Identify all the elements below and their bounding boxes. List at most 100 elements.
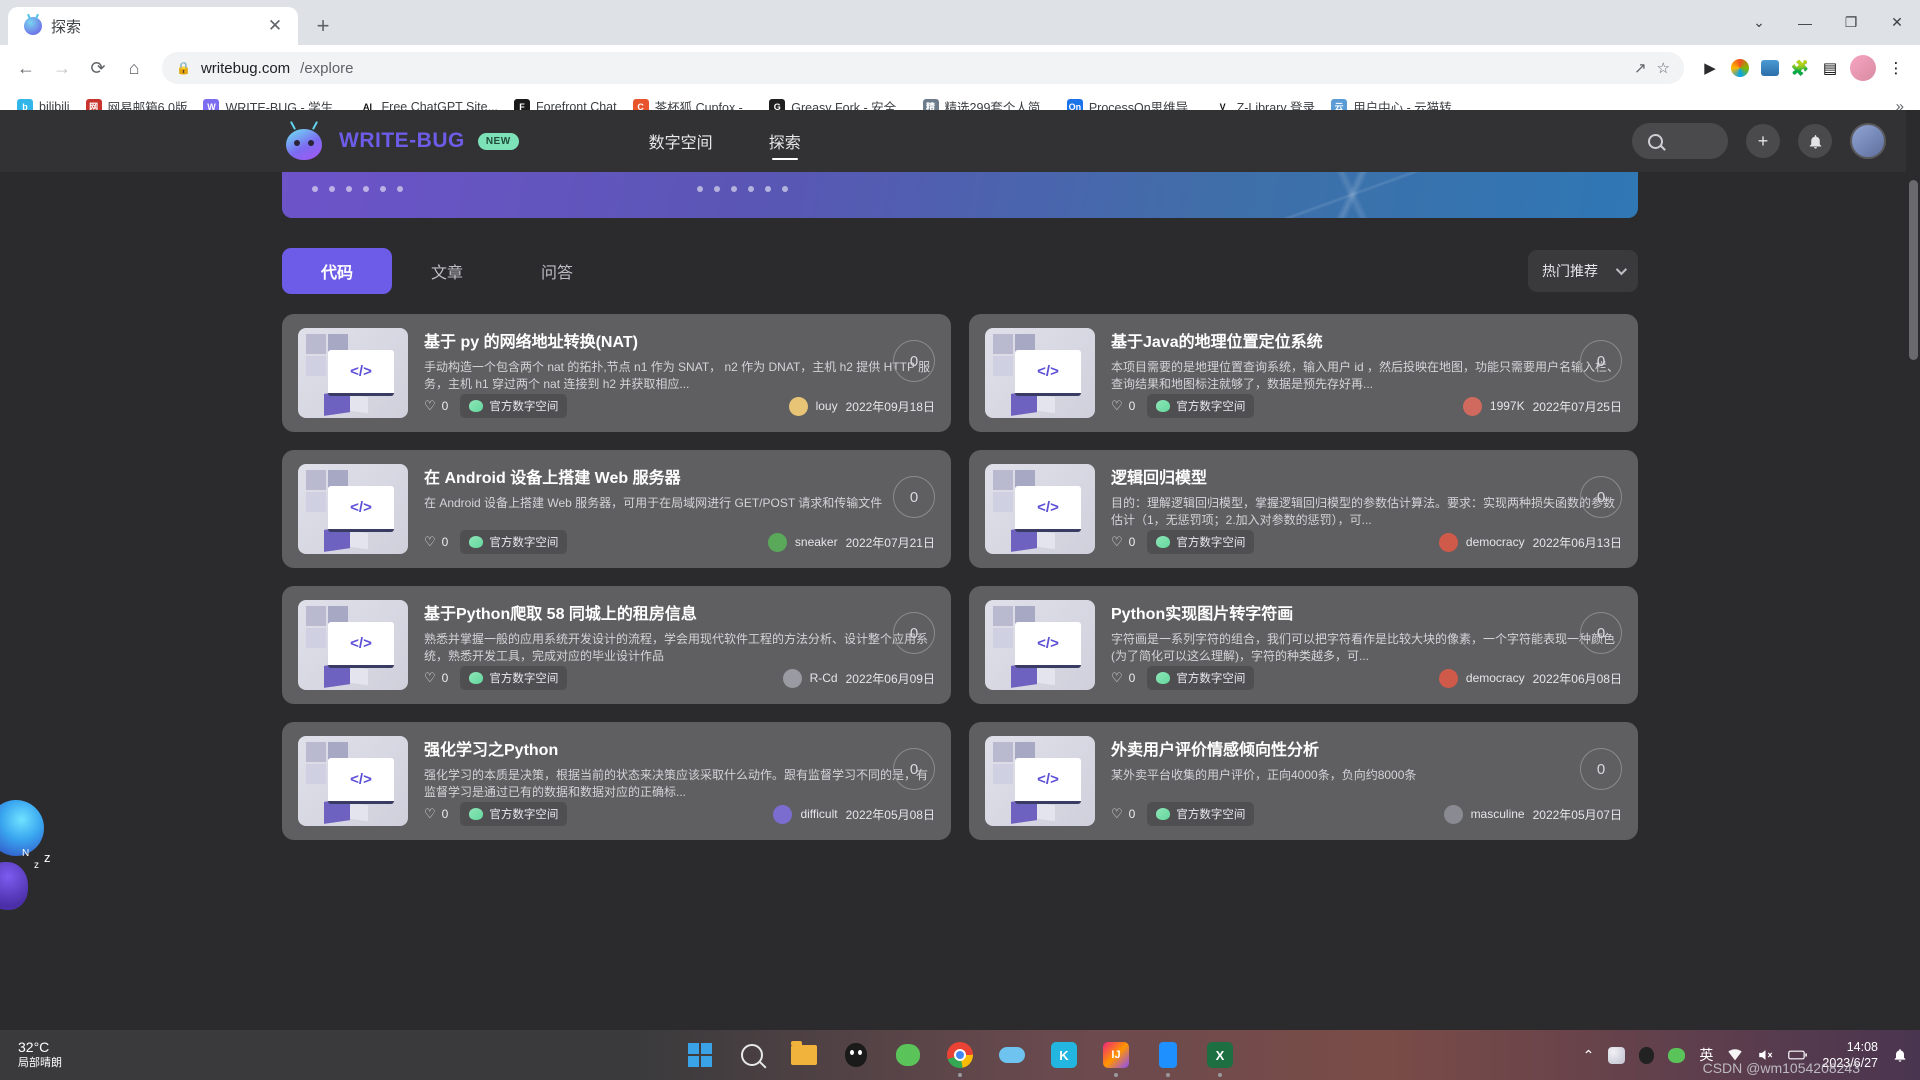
- project-title[interactable]: 基于Java的地理位置定位系统: [1111, 328, 1622, 352]
- intellij-idea-icon[interactable]: IJ: [1101, 1040, 1131, 1077]
- author-info[interactable]: democracy 2022年06月13日: [1438, 532, 1622, 552]
- nav-item-digital-space[interactable]: 数字空间: [649, 110, 713, 172]
- tab-qa[interactable]: 问答: [502, 248, 612, 294]
- like-count[interactable]: ♡ 0: [1111, 670, 1135, 686]
- tag-label: 官方数字空间: [1176, 809, 1246, 821]
- file-explorer-icon[interactable]: [789, 1040, 819, 1070]
- onedrive-icon[interactable]: [997, 1040, 1027, 1070]
- project-title[interactable]: 基于 py 的网络地址转换(NAT): [424, 328, 935, 352]
- kugou-icon[interactable]: K: [1049, 1040, 1079, 1070]
- like-count[interactable]: ♡ 0: [424, 398, 448, 414]
- wechat-icon[interactable]: [893, 1040, 923, 1070]
- space-tag[interactable]: 官方数字空间: [1147, 666, 1255, 690]
- watermark: CSDN @wm1054208243: [1702, 1060, 1860, 1076]
- like-count[interactable]: ♡ 0: [1111, 806, 1135, 822]
- project-card[interactable]: </> 强化学习之Python 强化学习的本质是决策，根据当前的状态来决策应该采…: [282, 722, 951, 840]
- tab-code[interactable]: 代码: [282, 248, 392, 294]
- close-tab-icon[interactable]: ✕: [264, 15, 286, 37]
- author-info[interactable]: difficult 2022年05月08日: [773, 804, 935, 824]
- project-card[interactable]: </> 基于Python爬取 58 同城上的租房信息 熟悉并掌握一般的应用系统开…: [282, 586, 951, 704]
- space-tag[interactable]: 官方数字空间: [460, 530, 568, 554]
- close-window-button[interactable]: ✕: [1874, 0, 1920, 45]
- author-name: louy: [815, 399, 838, 413]
- profile-avatar[interactable]: [1850, 55, 1876, 81]
- like-count[interactable]: ♡ 0: [424, 670, 448, 686]
- start-button[interactable]: [685, 1040, 715, 1070]
- home-icon[interactable]: ⌂: [118, 52, 150, 84]
- phone-link-icon[interactable]: [1153, 1040, 1183, 1077]
- like-count[interactable]: ♡ 0: [424, 806, 448, 822]
- back-icon[interactable]: ←: [10, 52, 42, 84]
- project-title[interactable]: 强化学习之Python: [424, 736, 935, 760]
- notification-center-icon[interactable]: [1892, 1047, 1908, 1063]
- notification-bell-icon[interactable]: [1798, 124, 1832, 158]
- maximize-button[interactable]: ❐: [1828, 0, 1874, 45]
- author-info[interactable]: sneaker 2022年07月21日: [767, 532, 935, 552]
- new-tab-button[interactable]: +: [308, 11, 338, 41]
- scrollbar-thumb[interactable]: [1909, 180, 1918, 360]
- author-info[interactable]: R-Cd 2022年06月09日: [782, 668, 935, 688]
- project-card[interactable]: </> 在 Android 设备上搭建 Web 服务器 在 Android 设备…: [282, 450, 951, 568]
- author-name: difficult: [800, 807, 838, 821]
- promo-banner[interactable]: [282, 172, 1638, 218]
- tab-article[interactable]: 文章: [392, 248, 502, 294]
- project-card[interactable]: </> 外卖用户评价情感倾向性分析 某外卖平台收集的用户评价，正向4000条，负…: [969, 722, 1638, 840]
- nav-item-explore[interactable]: 探索: [769, 110, 801, 172]
- space-tag[interactable]: 官方数字空间: [460, 666, 568, 690]
- tray-chevron-icon[interactable]: ⌃: [1583, 1047, 1595, 1064]
- project-title[interactable]: 逻辑回归模型: [1111, 464, 1622, 488]
- like-count[interactable]: ♡ 0: [424, 534, 448, 550]
- project-card[interactable]: </> 逻辑回归模型 目的：理解逻辑回归模型，掌握逻辑回归模型的参数估计算法。要…: [969, 450, 1638, 568]
- search-input[interactable]: [1632, 123, 1728, 159]
- forward-icon[interactable]: →: [46, 52, 78, 84]
- tray-wechat-icon[interactable]: [1668, 1047, 1686, 1063]
- author-info[interactable]: louy 2022年09月18日: [788, 396, 935, 416]
- media-play-icon[interactable]: ▶: [1696, 54, 1724, 82]
- author-info[interactable]: masculine 2022年05月07日: [1443, 804, 1622, 824]
- project-title[interactable]: 基于Python爬取 58 同城上的租房信息: [424, 600, 935, 624]
- tab-search-icon[interactable]: ⌄: [1736, 0, 1782, 45]
- vertical-scrollbar[interactable]: [1906, 110, 1920, 1030]
- project-card[interactable]: </> 基于 py 的网络地址转换(NAT) 手动构造一个包含两个 nat 的拓…: [282, 314, 951, 432]
- view-counter: 0: [1580, 612, 1622, 654]
- bookmark-star-icon[interactable]: ☆: [1657, 59, 1670, 77]
- project-description: 本项目需要的是地理位置查询系统，输入用户 id ，然后投映在地图，功能只需要用户…: [1111, 360, 1620, 392]
- author-avatar: [782, 668, 802, 688]
- tray-drive-icon[interactable]: [1608, 1046, 1626, 1064]
- author-info[interactable]: 1997K 2022年07月25日: [1462, 396, 1622, 416]
- qq-icon[interactable]: [841, 1040, 871, 1070]
- browser-tab[interactable]: 探索 ✕: [8, 7, 298, 45]
- chrome-taskbar-icon[interactable]: [945, 1040, 975, 1077]
- space-tag[interactable]: 官方数字空间: [460, 394, 568, 418]
- author-info[interactable]: democracy 2022年06月08日: [1438, 668, 1622, 688]
- side-panel-icon[interactable]: ▤: [1816, 54, 1844, 82]
- weather-widget[interactable]: 32°C 局部晴朗: [0, 1039, 200, 1070]
- user-avatar[interactable]: [1850, 123, 1886, 159]
- space-tag[interactable]: 官方数字空间: [1147, 802, 1255, 826]
- share-icon[interactable]: ↗: [1634, 59, 1647, 77]
- space-tag[interactable]: 官方数字空间: [460, 802, 568, 826]
- space-tag[interactable]: 官方数字空间: [1147, 530, 1255, 554]
- address-bar[interactable]: 🔒 writebug.com/explore ↗ ☆: [162, 52, 1684, 84]
- tray-qq-icon[interactable]: [1639, 1046, 1655, 1064]
- chrome-menu-icon[interactable]: ⋮: [1882, 54, 1910, 82]
- floating-earth-widget[interactable]: N z z: [0, 800, 58, 916]
- extensions-puzzle-icon[interactable]: 🧩: [1786, 54, 1814, 82]
- reload-icon[interactable]: ⟳: [82, 52, 114, 84]
- project-card[interactable]: </> Python实现图片转字符画 字符画是一系列字符的组合，我们可以把字符看…: [969, 586, 1638, 704]
- excel-icon[interactable]: X: [1205, 1040, 1235, 1077]
- like-count[interactable]: ♡ 0: [1111, 534, 1135, 550]
- space-tag[interactable]: 官方数字空间: [1147, 394, 1255, 418]
- minimize-button[interactable]: —: [1782, 0, 1828, 45]
- project-title[interactable]: 在 Android 设备上搭建 Web 服务器: [424, 464, 935, 488]
- like-count[interactable]: ♡ 0: [1111, 398, 1135, 414]
- add-button[interactable]: +: [1746, 124, 1780, 158]
- project-card[interactable]: </> 基于Java的地理位置定位系统 本项目需要的是地理位置查询系统，输入用户…: [969, 314, 1638, 432]
- project-title[interactable]: 外卖用户评价情感倾向性分析: [1111, 736, 1622, 760]
- project-title[interactable]: Python实现图片转字符画: [1111, 600, 1622, 624]
- colorful-extension-icon[interactable]: [1726, 54, 1754, 82]
- sort-dropdown[interactable]: 热门推荐: [1528, 250, 1638, 292]
- search-taskbar-icon[interactable]: [737, 1040, 767, 1070]
- wallet-extension-icon[interactable]: [1756, 54, 1784, 82]
- site-logo[interactable]: WRITE-BUG NEW: [282, 121, 519, 161]
